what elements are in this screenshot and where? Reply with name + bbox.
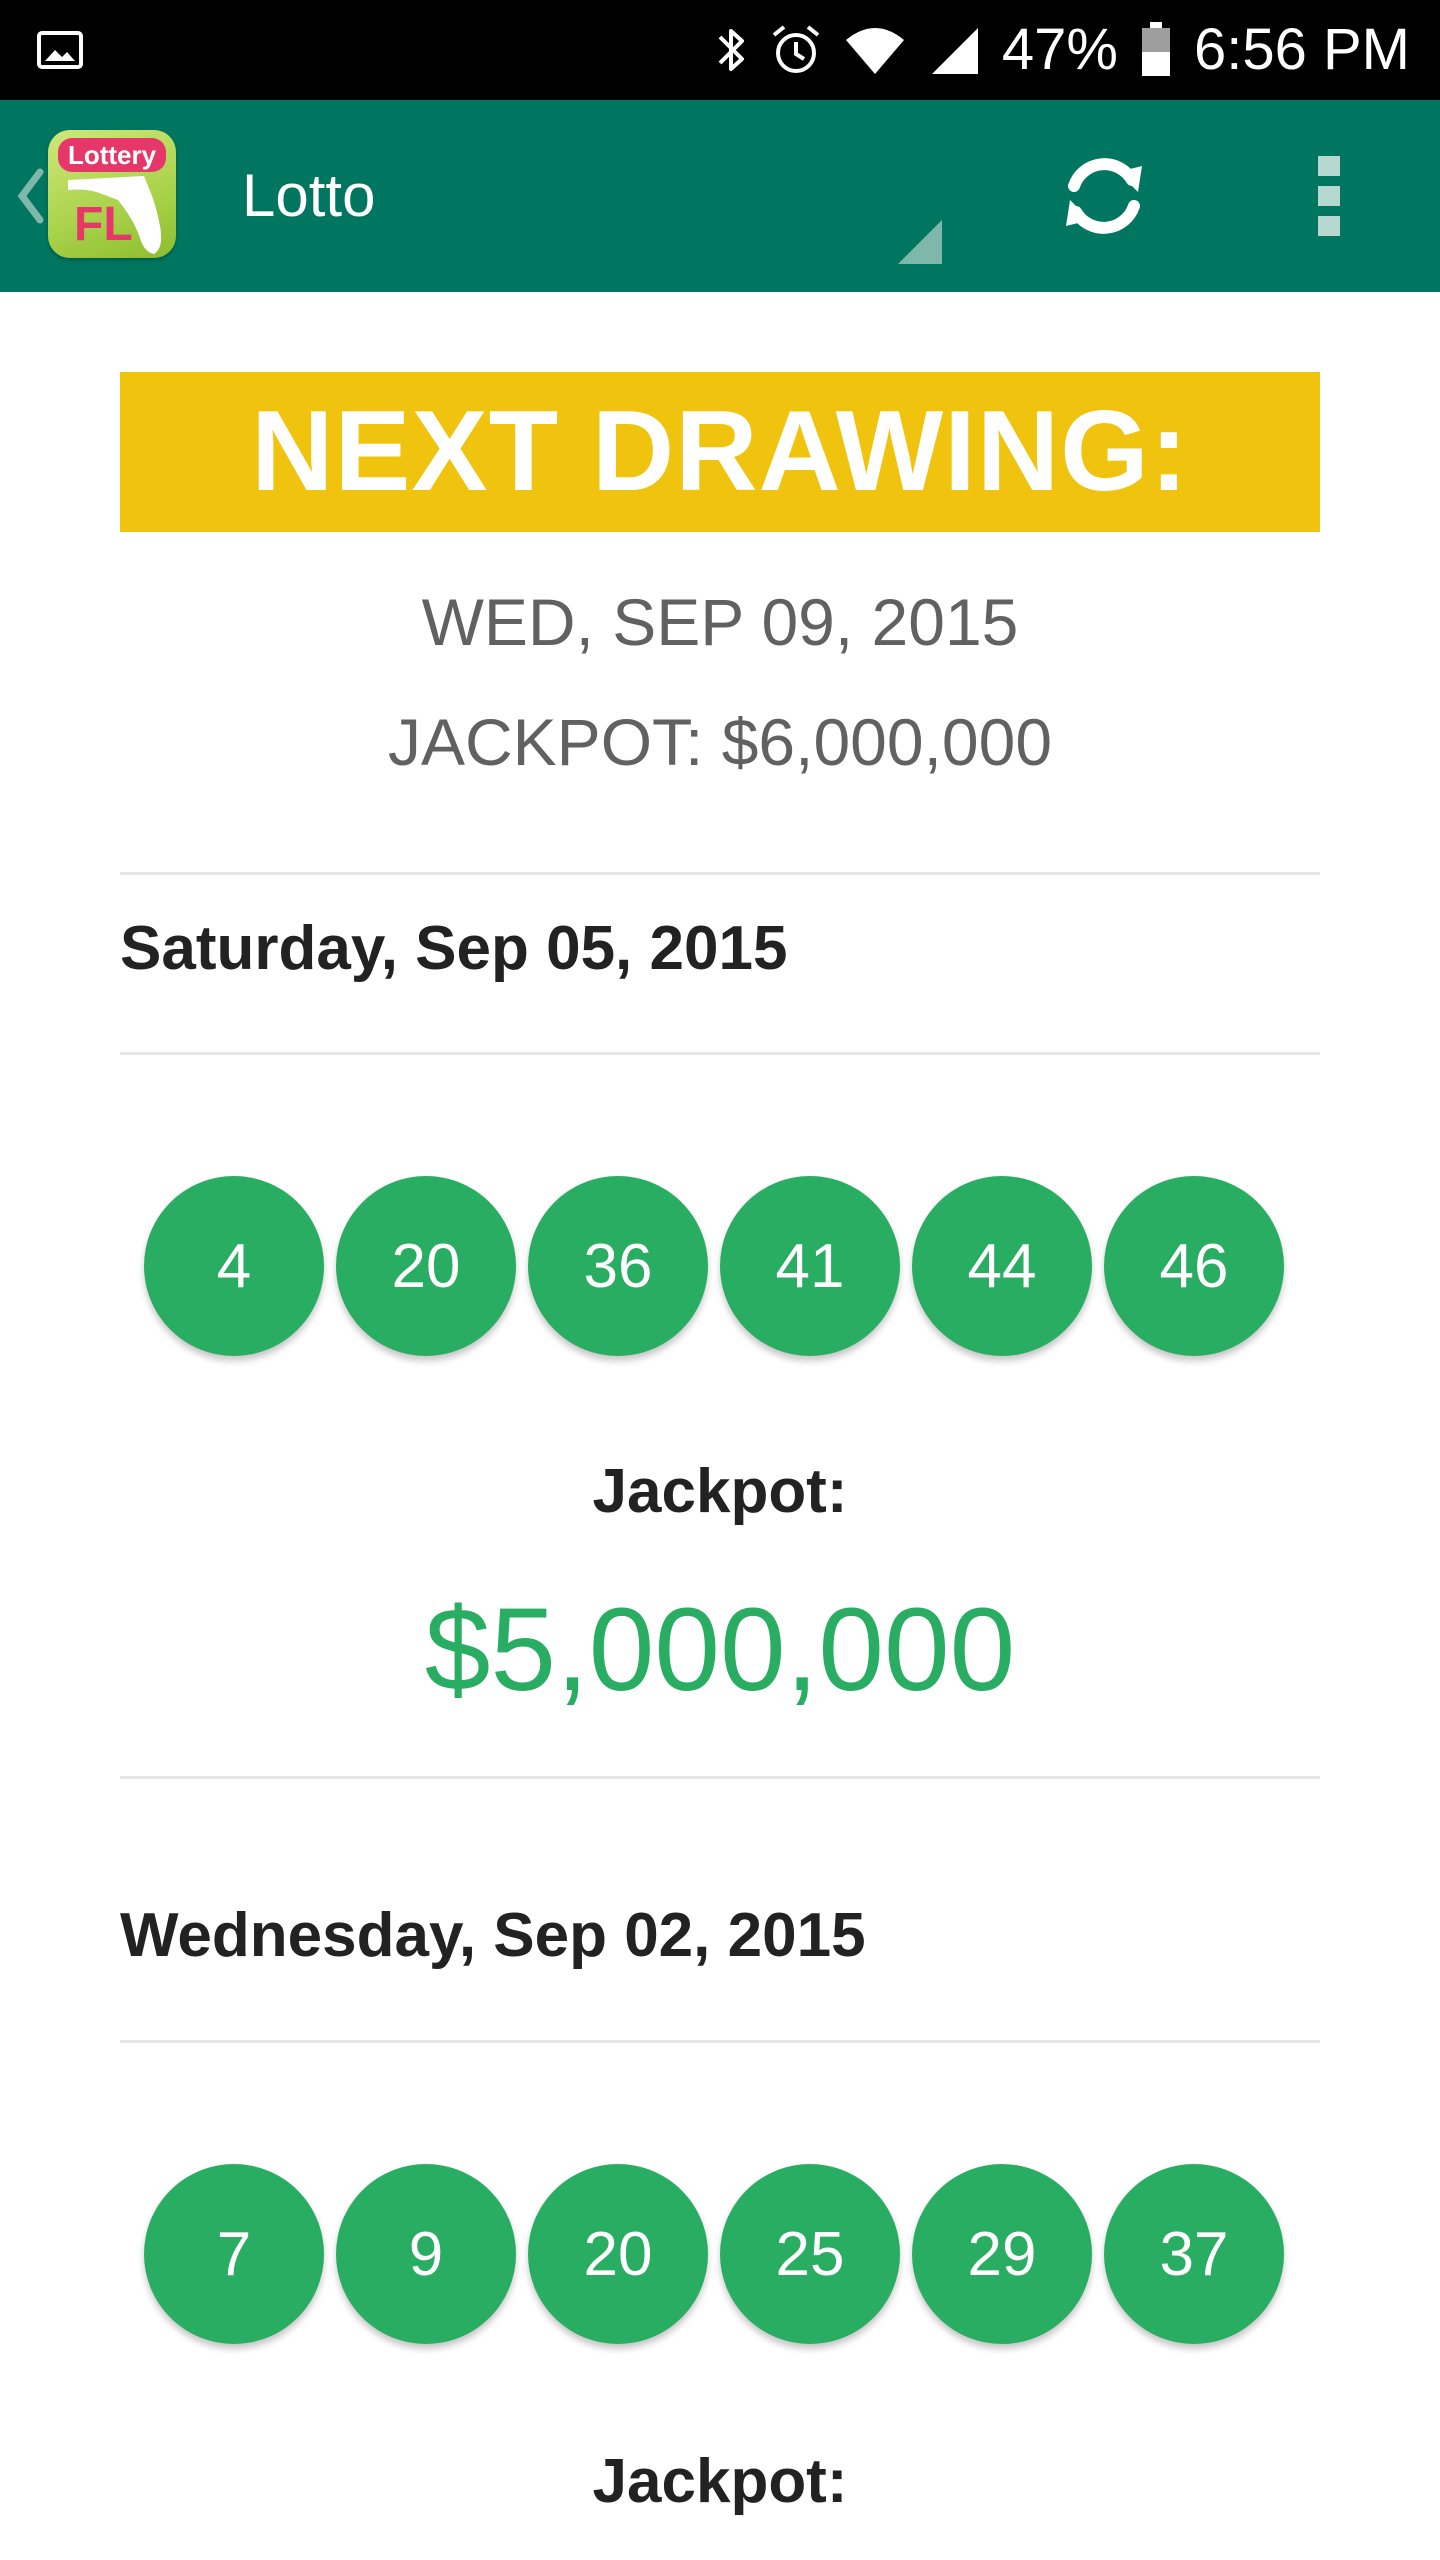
number-ball: 4 <box>144 1176 324 1356</box>
cell-signal-icon <box>931 28 978 74</box>
app-bar: Lottery FL Lotto <box>0 100 1440 292</box>
jackpot-label: Jackpot: <box>592 1457 848 1526</box>
wifi-icon <box>845 28 904 74</box>
jackpot-label: Jackpot: <box>592 2447 848 2516</box>
draw-date: Wednesday, Sep 02, 2015 <box>120 1901 866 1970</box>
app-title: Lotto <box>242 162 376 229</box>
battery-percent: 47% <box>1001 17 1118 82</box>
status-bar: 47% 6:56 PM <box>0 0 1440 100</box>
winning-numbers-row: 7 9 20 25 29 37 <box>144 2164 1284 2344</box>
logo-text-lottery: Lottery <box>58 138 166 172</box>
number-ball: 25 <box>720 2164 900 2344</box>
battery-icon <box>1142 22 1170 76</box>
divider <box>120 2040 1320 2043</box>
jackpot-amount: $5,000,000 <box>424 1584 1016 1716</box>
number-ball: 20 <box>528 2164 708 2344</box>
clock-time: 6:56 PM <box>1194 17 1410 82</box>
refresh-icon[interactable] <box>1058 150 1150 242</box>
back-chevron-icon[interactable] <box>14 166 44 226</box>
number-ball: 7 <box>144 2164 324 2344</box>
app-logo[interactable]: Lottery FL <box>48 130 176 258</box>
next-drawing-date: WED, SEP 09, 2015 <box>421 585 1019 659</box>
next-drawing-jackpot: JACKPOT: $6,000,000 <box>387 705 1053 779</box>
number-ball: 46 <box>1104 1176 1284 1356</box>
spinner-dropdown-indicator-icon[interactable] <box>896 218 944 266</box>
number-ball: 20 <box>336 1176 516 1356</box>
next-drawing-banner: NEXT DRAWING: <box>120 372 1320 532</box>
number-ball: 9 <box>336 2164 516 2344</box>
number-ball: 41 <box>720 1176 900 1356</box>
divider <box>120 872 1320 875</box>
alarm-icon <box>772 25 820 73</box>
winning-numbers-row: 4 20 36 41 44 46 <box>144 1176 1284 1356</box>
number-ball: 29 <box>912 2164 1092 2344</box>
status-indicators: 47% 6:56 PM <box>714 0 1410 100</box>
divider <box>120 1776 1320 1779</box>
bluetooth-icon <box>718 29 744 71</box>
overflow-menu-icon[interactable] <box>1310 152 1350 240</box>
number-ball: 44 <box>912 1176 1092 1356</box>
number-ball: 36 <box>528 1176 708 1356</box>
divider <box>120 1052 1320 1055</box>
gallery-icon <box>37 31 83 69</box>
draw-date: Saturday, Sep 05, 2015 <box>120 914 788 983</box>
number-ball: 37 <box>1104 2164 1284 2344</box>
logo-text-fl: FL <box>74 198 133 251</box>
